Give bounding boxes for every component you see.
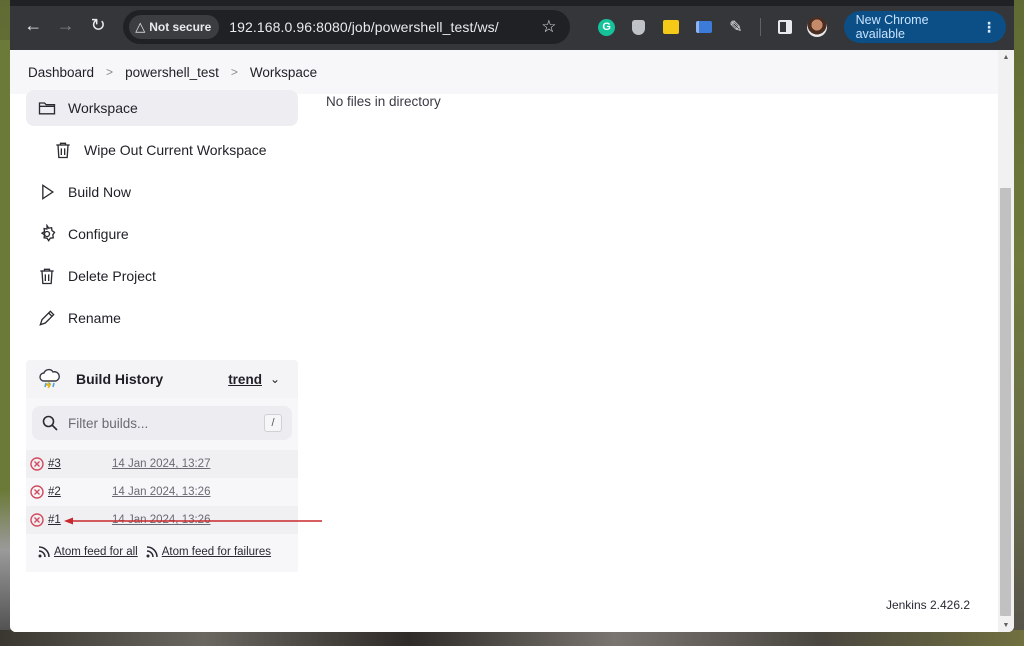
desktop-background: [0, 40, 10, 640]
search-icon: [42, 415, 58, 431]
sidebar-item-configure[interactable]: Configure: [26, 216, 298, 252]
shield-extension-icon[interactable]: [623, 10, 655, 44]
url-text[interactable]: 192.168.0.96:8080/job/powershell_test/ws…: [229, 19, 499, 35]
atom-feed-all-link[interactable]: Atom feed for all: [38, 546, 138, 558]
empty-directory-message: No files in directory: [326, 94, 441, 109]
build-history-panel: / #3 14 Jan 2024, 13:27 #2 14 Jan 2024, …: [26, 398, 298, 572]
chrome-update-button[interactable]: New Chrome available ⋮: [843, 11, 1007, 43]
keyboard-shortcut-hint: /: [264, 414, 282, 432]
failed-status-icon: [30, 513, 44, 527]
sidebar-item-label: Workspace: [68, 100, 138, 116]
atom-feed-failures-link[interactable]: Atom feed for failures: [146, 546, 271, 558]
gear-icon: [36, 223, 58, 245]
scroll-up-arrow-icon[interactable]: ▲: [998, 50, 1014, 64]
build-number-link[interactable]: #2: [48, 486, 112, 498]
filter-builds-input[interactable]: [68, 415, 258, 431]
sidebar-item-workspace[interactable]: Workspace: [26, 90, 298, 126]
build-number-link[interactable]: #3: [48, 458, 112, 470]
scroll-down-arrow-icon[interactable]: ▼: [998, 618, 1014, 632]
failed-status-icon: [30, 457, 44, 471]
trend-link[interactable]: trend: [228, 372, 262, 387]
build-history-header: Build History trend ⌄: [26, 360, 298, 398]
weather-cloud-icon: [39, 368, 60, 389]
breadcrumb: Dashboard > powershell_test > Workspace: [10, 50, 998, 94]
feed-label: Atom feed for all: [54, 546, 138, 558]
trash-icon: [36, 265, 58, 287]
breadcrumb-separator: >: [106, 65, 114, 79]
rss-icon: [146, 546, 158, 558]
workspace-content: No files in directory: [326, 94, 441, 109]
chevron-down-icon[interactable]: ⌄: [270, 372, 280, 386]
breadcrumb-job[interactable]: powershell_test: [125, 65, 219, 80]
sidebar-item-delete-project[interactable]: Delete Project: [26, 258, 298, 294]
sidebar: Workspace Wipe Out Current Workspace Bui…: [26, 90, 298, 342]
grammarly-icon[interactable]: G: [590, 10, 622, 44]
security-chip[interactable]: △ Not secure: [129, 15, 220, 39]
sidebar-item-label: Build Now: [68, 184, 132, 200]
forward-arrow-icon[interactable]: →: [50, 9, 80, 41]
sidebar-item-rename[interactable]: Rename: [26, 300, 298, 336]
sidebar-item-wipe-out-workspace[interactable]: Wipe Out Current Workspace: [26, 132, 298, 168]
toolbar-divider: [760, 18, 761, 36]
breadcrumb-workspace[interactable]: Workspace: [250, 65, 317, 80]
failed-status-icon: [30, 485, 44, 499]
update-label: New Chrome available: [855, 13, 929, 41]
scrollbar-thumb[interactable]: [1000, 188, 1011, 616]
side-panel-icon[interactable]: [769, 10, 801, 44]
build-row: #3 14 Jan 2024, 13:27: [26, 450, 298, 478]
feed-label: Atom feed for failures: [161, 546, 272, 558]
breadcrumb-separator: >: [230, 65, 238, 79]
annotation-arrow: [64, 517, 322, 525]
warning-icon: △: [135, 19, 146, 34]
reload-icon[interactable]: ↻: [83, 9, 113, 41]
blue-extension-icon[interactable]: [687, 10, 719, 44]
play-icon: [36, 181, 58, 203]
puzzle-icon[interactable]: ✎: [720, 10, 752, 44]
breadcrumb-dashboard[interactable]: Dashboard: [28, 65, 94, 80]
jenkins-version: Jenkins 2.426.2: [885, 598, 970, 612]
desktop-background-bottom: [0, 630, 1024, 646]
address-bar[interactable]: △ Not secure 192.168.0.96:8080/job/power…: [123, 10, 571, 44]
trash-icon: [52, 139, 74, 161]
page-scrollbar[interactable]: ▲ ▼: [998, 50, 1014, 632]
sidebar-item-build-now[interactable]: Build Now: [26, 174, 298, 210]
sidebar-item-label: Rename: [68, 310, 121, 326]
sidebar-item-label: Configure: [68, 226, 129, 242]
filter-builds[interactable]: /: [32, 406, 292, 440]
back-arrow-icon[interactable]: ←: [18, 9, 48, 41]
sidebar-item-label: Delete Project: [68, 268, 156, 284]
kebab-menu-icon[interactable]: ⋮: [982, 19, 996, 36]
yellow-extension-icon[interactable]: [655, 10, 687, 44]
build-history-title: Build History: [76, 371, 164, 387]
jenkins-page: Dashboard > powershell_test > Workspace …: [10, 50, 998, 632]
build-time-link[interactable]: 14 Jan 2024, 13:26: [112, 486, 210, 498]
build-time-link[interactable]: 14 Jan 2024, 13:27: [112, 458, 210, 470]
browser-toolbar: ← → ↻ △ Not secure 192.168.0.96:8080/job…: [10, 0, 1014, 50]
pencil-icon: [36, 307, 58, 329]
security-label: Not secure: [149, 20, 212, 34]
rss-icon: [38, 546, 50, 558]
folder-icon: [36, 97, 58, 119]
sidebar-item-label: Wipe Out Current Workspace: [84, 142, 267, 158]
star-icon[interactable]: ☆: [541, 17, 556, 37]
build-row: #2 14 Jan 2024, 13:26: [26, 478, 298, 506]
atom-feeds: Atom feed for all Atom feed for failures: [38, 546, 279, 558]
browser-window: ← → ↻ △ Not secure 192.168.0.96:8080/job…: [10, 0, 1014, 632]
profile-avatar[interactable]: [801, 10, 833, 44]
